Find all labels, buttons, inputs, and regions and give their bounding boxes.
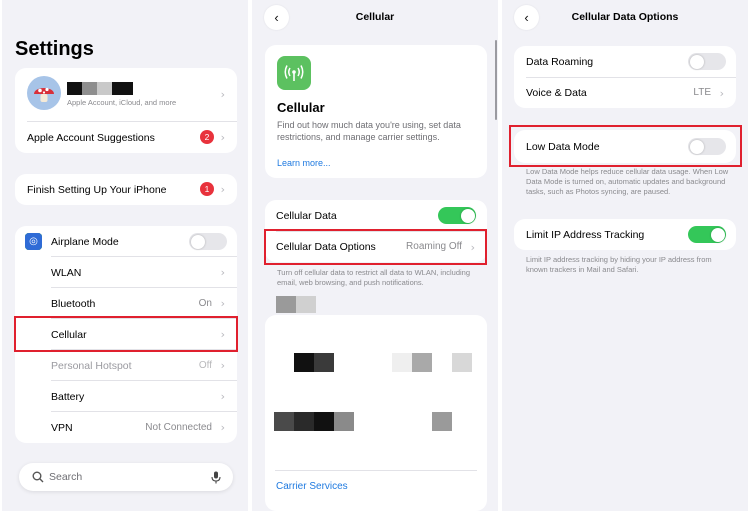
settings-row-label: Airplane Mode <box>51 236 119 248</box>
cellular-data-label: Cellular Data <box>276 209 337 222</box>
antenna-icon <box>284 65 304 81</box>
finish-setup-badge: 1 <box>200 182 214 196</box>
settings-row-label: Battery <box>51 391 85 403</box>
chevron-right-icon: › <box>220 131 225 144</box>
chevron-right-icon: › <box>719 87 724 100</box>
vpn-icon: ◎ <box>25 233 42 250</box>
chevron-right-icon: › <box>220 390 225 403</box>
chevron-right-icon: › <box>220 183 225 196</box>
settings-row-value: On <box>198 298 212 309</box>
scrollbar[interactable] <box>495 40 497 120</box>
usage-card: Carrier Services <box>265 315 487 511</box>
redacted-block <box>294 353 334 372</box>
suggestions-badge: 2 <box>200 130 214 144</box>
cellular-header-desc: Find out how much data you're using, set… <box>277 120 461 142</box>
cellular-panel: ‹ Cellular Cellular Find out how much da… <box>252 0 498 511</box>
carrier-services-link[interactable]: Carrier Services <box>276 481 348 492</box>
finish-setup-card[interactable]: Finish Setting Up Your iPhone 1 › <box>15 174 237 205</box>
redacted-block <box>274 412 354 431</box>
settings-panel: Settings Apple Account, iCloud, and more… <box>2 0 248 511</box>
account-subtitle: Apple Account, iCloud, and more <box>67 98 177 107</box>
suggestions-label: Apple Account Suggestions <box>27 131 155 144</box>
limit-ip-label: Limit IP Address Tracking <box>526 228 645 241</box>
limit-ip-footer: Limit IP address tracking by hiding your… <box>526 255 712 274</box>
settings-row-label: Personal Hotspot <box>51 360 132 372</box>
limit-ip-toggle[interactable] <box>688 226 726 243</box>
low-data-mode-footer: Low Data Mode helps reduce cellular data… <box>526 167 729 196</box>
microphone-icon[interactable] <box>211 471 221 484</box>
mushroom-icon <box>34 87 54 102</box>
cellular-app-icon <box>277 56 311 90</box>
finish-setup-label: Finish Setting Up Your iPhone <box>27 183 167 196</box>
data-roaming-label: Data Roaming <box>526 55 594 68</box>
settings-row-label: Bluetooth <box>51 298 96 310</box>
voice-data-value: LTE <box>693 87 711 98</box>
voice-data-label: Voice & Data <box>526 87 587 99</box>
chevron-right-icon: › <box>220 297 225 310</box>
account-name-redacted <box>67 82 133 95</box>
redacted-block <box>392 353 472 372</box>
settings-row-wlan[interactable] <box>15 257 237 288</box>
cellular-data-footer: Turn off cellular data to restrict all d… <box>277 268 471 287</box>
nav-title: Cellular <box>355 11 395 23</box>
cellular-header-card: Cellular Find out how much data you're u… <box>265 45 487 178</box>
redacted-block <box>432 412 452 431</box>
search-icon <box>32 471 44 483</box>
nav-title: Cellular Data Options <box>571 11 679 23</box>
chevron-right-icon: › <box>220 359 225 372</box>
cellular-highlight <box>14 316 238 352</box>
roaming-card: Data Roaming Voice & Data LTE › <box>514 46 736 108</box>
chevron-right-icon: › <box>220 421 225 434</box>
chevron-right-icon: › <box>220 266 225 279</box>
search-placeholder: Search <box>49 471 83 483</box>
learn-more-link[interactable]: Learn more... <box>277 158 331 168</box>
settings-row-label: VPN <box>51 422 73 434</box>
settings-row-label: WLAN <box>51 267 82 279</box>
low-data-mode-highlight <box>509 125 742 167</box>
limit-ip-card: Limit IP Address Tracking <box>514 219 736 250</box>
settings-row-value: Off <box>198 360 212 371</box>
chevron-right-icon: › <box>220 88 225 101</box>
cellular-data-toggle[interactable] <box>438 207 476 224</box>
avatar <box>27 76 61 110</box>
settings-row-battery[interactable] <box>15 381 237 412</box>
data-roaming-toggle[interactable] <box>688 53 726 70</box>
cellular-header-title: Cellular <box>277 100 325 115</box>
airplane-mode-toggle[interactable] <box>189 233 227 250</box>
search-bar[interactable]: Search <box>19 463 233 491</box>
page-title: Settings <box>15 38 94 60</box>
cellular-data-options-panel: ‹ Cellular Data Options Data Roaming Voi… <box>502 0 748 511</box>
account-card[interactable]: Apple Account, iCloud, and more › Apple … <box>15 68 237 153</box>
settings-row-value: Not Connected <box>145 422 212 433</box>
cellular-data-options-highlight <box>264 229 487 265</box>
redacted-block <box>276 296 316 313</box>
